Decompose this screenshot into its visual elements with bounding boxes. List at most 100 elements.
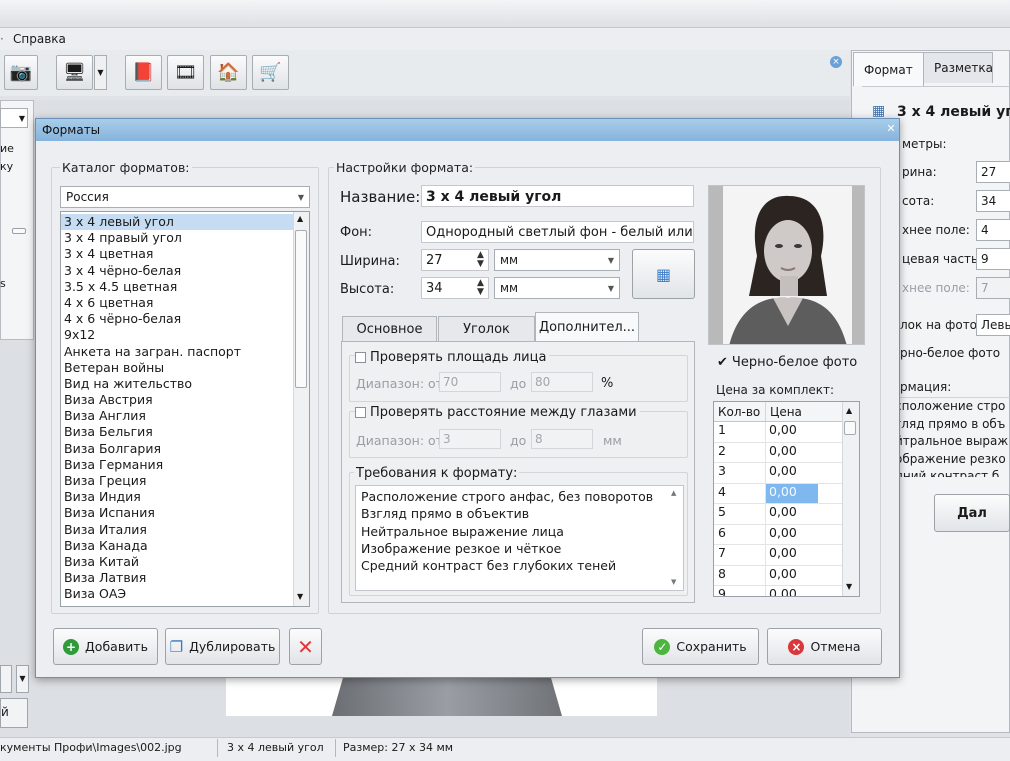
format-list-item[interactable]: 4 x 6 чёрно-белая <box>61 311 293 327</box>
camera-button[interactable]: 📷 <box>4 55 38 90</box>
format-list-item[interactable]: 3 x 4 цветная <box>61 246 293 262</box>
format-list-item[interactable]: 3 x 4 левый угол <box>61 214 293 231</box>
price-row[interactable]: 8 0,00 <box>714 565 859 586</box>
price-row[interactable]: 6 0,00 <box>714 524 859 545</box>
format-list-item[interactable]: 9x12 <box>61 327 293 343</box>
spin-arrows-icon[interactable]: ▲ ▼ <box>477 251 484 269</box>
left-dropdown[interactable]: ▼ <box>0 108 28 128</box>
format-list-item[interactable]: 4 x 6 цветная <box>61 295 293 311</box>
panel-close-icon[interactable]: × <box>830 56 842 68</box>
price-row[interactable]: 4 0,00 <box>714 483 859 504</box>
format-list[interactable]: 3 x 4 левый угол 3 x 4 правый угол 3 x 4 ц… <box>60 211 310 607</box>
price-scroll-thumb[interactable] <box>844 421 856 435</box>
video-button[interactable]: 🎞 <box>167 55 204 90</box>
price-cell[interactable]: 0,00 <box>766 566 818 586</box>
face-part-field[interactable]: 9 <box>976 248 1010 270</box>
top-margin-field[interactable]: 4 <box>976 219 1010 241</box>
left-panel-text: ие <box>0 142 14 155</box>
delete-button[interactable]: ✕ <box>289 628 322 665</box>
price-row[interactable]: 9 0,00 <box>714 586 859 596</box>
tab-additional[interactable]: Дополнител... <box>535 312 639 342</box>
add-button[interactable]: + Добавить <box>53 628 158 665</box>
price-row[interactable]: 7 0,00 <box>714 545 859 566</box>
price-cell[interactable]: 0,00 <box>766 463 818 483</box>
format-list-item[interactable]: 3.5 x 4.5 цветная <box>61 279 293 295</box>
format-list-item[interactable]: 3 x 4 правый угол <box>61 230 293 246</box>
bg-field[interactable]: Однородный светлый фон - белый или све <box>421 221 694 243</box>
format-list-item[interactable]: Виза Испания <box>61 505 293 521</box>
format-list-item[interactable]: Виза Греция <box>61 473 293 489</box>
menu-separator: · <box>0 32 4 46</box>
tab-markup[interactable]: Разметка <box>923 52 993 83</box>
format-list-scroll-thumb[interactable] <box>295 230 307 388</box>
width-unit-select[interactable]: мм ▼ <box>494 249 620 271</box>
scroll-up-icon[interactable]: ▲ <box>671 489 676 497</box>
format-list-item[interactable]: Вид на жительство <box>61 376 293 392</box>
price-cell[interactable]: 0,00 <box>766 422 818 442</box>
help-book-button[interactable]: 📕 <box>125 55 162 90</box>
price-cell[interactable]: 0,00 <box>766 483 818 503</box>
format-list-item[interactable]: Виза Бельгия <box>61 424 293 440</box>
template-button[interactable]: ▦ <box>632 249 695 299</box>
price-cell[interactable]: 0,00 <box>766 545 818 565</box>
height-field[interactable]: 34 <box>976 190 1010 212</box>
check-eye-distance[interactable]: Проверять расстояние между глазами <box>355 405 640 420</box>
check-face-area[interactable]: Проверять площадь лица <box>355 350 550 365</box>
cancel-button-label: Отмена <box>810 639 861 654</box>
format-list-item[interactable]: Виза Германия <box>61 457 293 473</box>
home-button[interactable]: 🏠 <box>210 55 247 90</box>
save-button[interactable]: ✓ Сохранить <box>642 628 759 665</box>
format-title: 3 x 4 левый угол <box>897 104 1010 120</box>
format-list-item[interactable]: Виза ОАЭ <box>61 586 293 602</box>
cancel-button[interactable]: × Отмена <box>767 628 882 665</box>
format-list-item[interactable]: Ветеран войны <box>61 360 293 376</box>
price-row[interactable]: 3 0,00 <box>714 463 859 484</box>
format-list-item[interactable]: Виза Латвия <box>61 570 293 586</box>
scroll-up-icon[interactable]: ▲ <box>297 214 303 223</box>
name-field[interactable]: 3 x 4 левый угол <box>421 185 694 207</box>
tab-format[interactable]: Формат <box>853 52 924 86</box>
format-list-item[interactable]: Виза Канада <box>61 538 293 554</box>
preview-button[interactable]: 🖥 <box>56 55 93 90</box>
format-list-item[interactable]: Виза Англия <box>61 408 293 424</box>
format-list-item[interactable]: 3 x 4 чёрно-белая <box>61 263 293 279</box>
price-row[interactable]: 5 0,00 <box>714 504 859 525</box>
format-list-item[interactable]: Анкета на загран. паспорт <box>61 344 293 360</box>
scroll-down-icon[interactable]: ▼ <box>297 592 303 601</box>
left-action-button[interactable]: й <box>0 698 28 728</box>
price-table[interactable]: Кол-во Цена 1 0,00 2 0,00 3 0,00 4 0,00 5 0,00 6 0,… <box>713 401 860 597</box>
price-cell[interactable]: 0,00 <box>766 525 818 545</box>
left-dropdown-button[interactable]: ▼ <box>16 665 29 693</box>
price-cell[interactable]: 0,00 <box>766 586 818 596</box>
price-row[interactable]: 1 0,00 <box>714 422 859 443</box>
price-column-header: Цена <box>770 405 802 419</box>
height-unit-select[interactable]: мм ▼ <box>494 277 620 299</box>
format-list-item[interactable]: Виза Болгария <box>61 441 293 457</box>
price-row[interactable]: 2 0,00 <box>714 442 859 463</box>
format-list-item[interactable]: Виза Китай <box>61 554 293 570</box>
width-field[interactable]: 27 <box>976 161 1010 183</box>
left-button[interactable] <box>0 665 12 693</box>
tab-corner[interactable]: Уголок <box>438 316 535 342</box>
requirements-textarea[interactable]: Расположение строго анфас, без поворотов… <box>355 485 684 591</box>
dialog-close-icon[interactable]: ✕ <box>884 122 898 136</box>
duplicate-button[interactable]: ❐ Дублировать <box>165 628 280 665</box>
price-cell[interactable]: 0,00 <box>766 504 818 524</box>
country-select[interactable]: Россия ▼ <box>60 186 310 208</box>
corner-select[interactable]: Левы <box>976 314 1010 336</box>
spin-arrows-icon[interactable]: ▲ ▼ <box>477 279 484 297</box>
scroll-down-icon[interactable]: ▼ <box>671 578 676 586</box>
format-list-item[interactable]: Виза Индия <box>61 489 293 505</box>
price-cell[interactable]: 0,00 <box>766 443 818 463</box>
tab-basic[interactable]: Основное <box>342 316 437 342</box>
format-list-item[interactable]: Виза Австрия <box>61 392 293 408</box>
preview-dropdown[interactable]: ▼ <box>94 55 107 90</box>
format-list-item[interactable]: Виза Италия <box>61 522 293 538</box>
shop-button[interactable]: 🛒 <box>252 55 289 90</box>
bw-photo-option[interactable]: ✔ Черно-белое фото <box>717 355 857 370</box>
scroll-down-icon[interactable]: ▼ <box>846 582 852 591</box>
scroll-up-icon[interactable]: ▲ <box>846 406 852 415</box>
scroll-thumb[interactable] <box>12 228 26 234</box>
next-button[interactable]: Дал <box>934 494 1010 532</box>
menu-help[interactable]: Справка <box>13 32 66 46</box>
